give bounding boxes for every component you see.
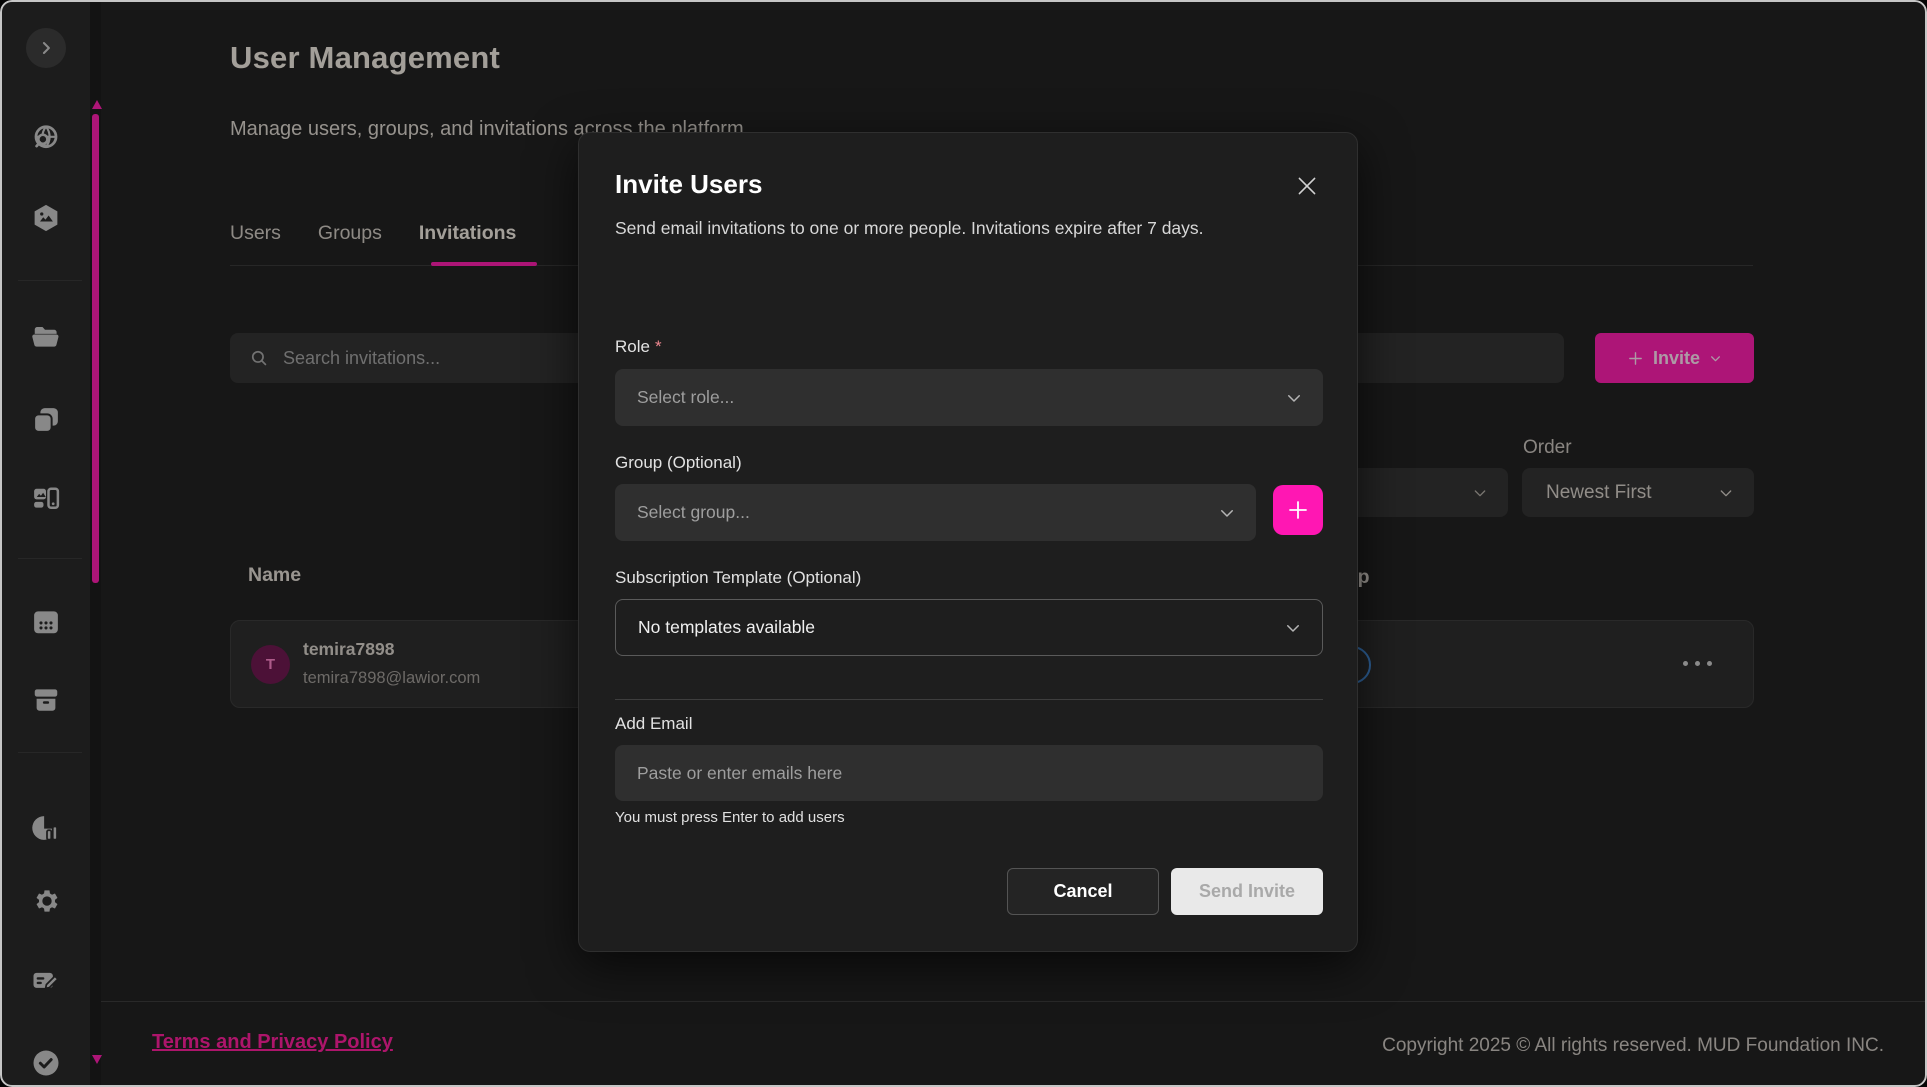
chevron-down-icon	[1285, 389, 1303, 407]
group-select[interactable]: Select group...	[615, 484, 1256, 541]
add-email-label: Add Email	[615, 714, 692, 734]
send-invite-button[interactable]: Send Invite	[1171, 868, 1323, 915]
role-select[interactable]: Select role...	[615, 369, 1323, 426]
add-group-button[interactable]	[1273, 485, 1323, 535]
template-select[interactable]: No templates available	[615, 599, 1323, 656]
invite-users-modal: Invite Users Send email invitations to o…	[578, 132, 1358, 952]
close-button[interactable]	[1293, 173, 1321, 201]
template-select-value: No templates available	[638, 617, 815, 638]
modal-title: Invite Users	[615, 169, 762, 200]
template-label: Subscription Template (Optional)	[615, 568, 861, 588]
group-select-placeholder: Select group...	[637, 502, 750, 523]
chevron-down-icon	[1218, 504, 1236, 522]
close-icon	[1294, 173, 1320, 199]
email-input[interactable]	[615, 745, 1323, 801]
app-window: User Management Manage users, groups, an…	[0, 0, 1927, 1087]
role-select-placeholder: Select role...	[637, 387, 734, 408]
role-label: Role*	[615, 337, 662, 357]
cancel-button[interactable]: Cancel	[1007, 868, 1159, 915]
email-helper-text: You must press Enter to add users	[615, 809, 845, 826]
group-label: Group (Optional)	[615, 453, 742, 473]
modal-divider	[615, 699, 1323, 700]
required-asterisk: *	[655, 337, 662, 356]
modal-description: Send email invitations to one or more pe…	[615, 213, 1321, 244]
chevron-down-icon	[1284, 619, 1302, 637]
plus-icon	[1286, 498, 1310, 522]
